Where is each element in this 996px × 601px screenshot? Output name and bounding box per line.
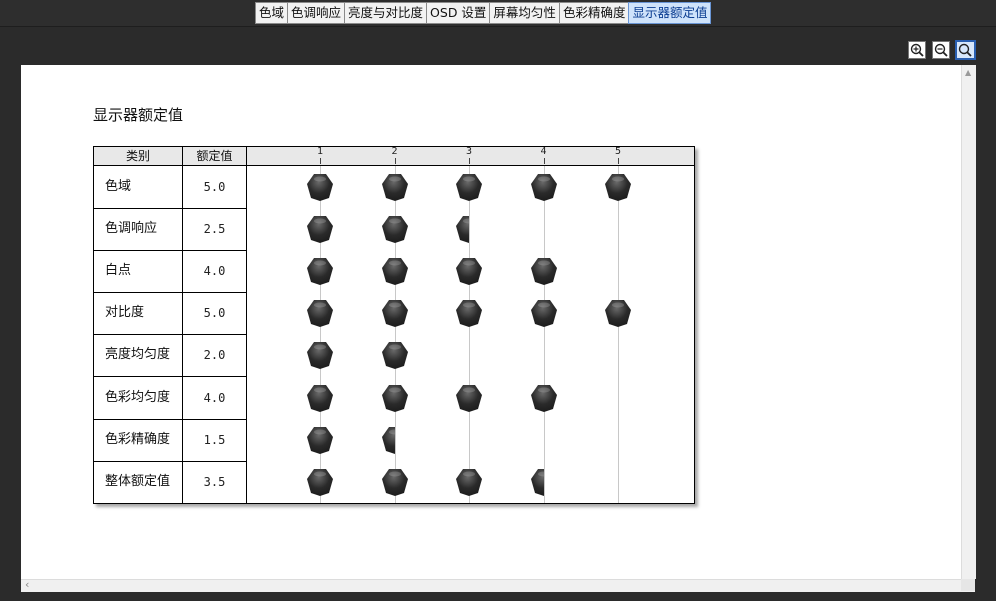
row-value: 4.0 xyxy=(203,390,226,405)
ratings-table: 类别 额定值 1 2 3 4 5 色域 5.0 色调响应 2.5 白点 4.0 对比度 5.0 亮度均匀度… xyxy=(93,146,695,504)
tab-2[interactable]: 亮度与对比度 xyxy=(344,2,428,24)
rating-knob-icon xyxy=(605,174,631,201)
scale-gridline xyxy=(618,166,619,503)
header-category: 类别 xyxy=(125,149,150,163)
row-label: 色彩精确度 xyxy=(105,431,171,447)
rating-knob-icon xyxy=(307,426,333,454)
scale-label-4: 4 xyxy=(540,146,547,157)
scale-label-5: 5 xyxy=(615,146,622,157)
report-title: 显示器额定值 xyxy=(93,106,184,124)
zoom-in-icon xyxy=(910,43,924,57)
rating-knob-icon xyxy=(307,174,333,201)
header-rating: 额定值 xyxy=(196,149,233,163)
rating-knob-icon xyxy=(381,426,395,454)
row-label: 白点 xyxy=(105,263,132,279)
row-value: 4.0 xyxy=(203,264,226,279)
row-value: 2.5 xyxy=(203,222,226,237)
rating-knob-icon xyxy=(381,216,408,244)
tab-1[interactable]: 色调响应 xyxy=(287,2,346,24)
row-label: 色域 xyxy=(105,179,132,194)
tab-6[interactable]: 显示器额定值 xyxy=(628,2,712,24)
rating-knob-icon xyxy=(530,300,557,328)
rating-knob-icon xyxy=(381,468,408,496)
rating-knob-icon xyxy=(381,342,408,370)
table-row: 亮度均匀度 2.0 xyxy=(94,334,246,378)
rating-knob-icon xyxy=(307,468,333,496)
rating-knob-icon xyxy=(456,468,482,496)
scale-label-2: 2 xyxy=(391,146,398,157)
row-value: 3.5 xyxy=(203,474,226,489)
tab-3[interactable]: OSD 设置 xyxy=(426,2,491,24)
rating-knob-icon xyxy=(381,300,408,328)
scale-tick xyxy=(618,158,619,164)
zoom-out-button[interactable] xyxy=(932,41,950,59)
vertical-scrollbar[interactable]: ▲ xyxy=(961,65,976,579)
row-value: 2.0 xyxy=(203,348,226,363)
table-row: 对比度 5.0 xyxy=(94,292,246,336)
row-label: 整体额定值 xyxy=(105,473,171,489)
rating-knob-icon xyxy=(456,174,482,201)
scale-gridline xyxy=(543,166,545,503)
rating-knob-icon xyxy=(456,216,469,244)
scale-tick xyxy=(320,158,321,164)
tabs: 色域 色调响应 亮度与对比度 OSD 设置 屏幕均匀性 色彩精确度 显示器额定值 xyxy=(255,2,712,24)
scale-tick xyxy=(543,158,545,164)
scale-label-1: 1 xyxy=(317,146,324,157)
zoom-out-icon xyxy=(934,43,948,57)
row-value: 5.0 xyxy=(203,306,226,321)
rating-knob-icon xyxy=(307,258,333,286)
row-label: 对比度 xyxy=(105,305,145,321)
rating-knob-icon xyxy=(530,468,544,496)
table-row: 色域 5.0 xyxy=(94,166,246,210)
rating-knob-icon xyxy=(381,258,408,286)
table-row: 白点 4.0 xyxy=(94,250,246,294)
scale-tick xyxy=(469,158,470,164)
rating-knob-icon xyxy=(307,384,333,412)
scroll-left-icon[interactable]: ‹ xyxy=(25,578,29,591)
rating-knob-icon xyxy=(530,384,557,412)
row-value: 5.0 xyxy=(203,180,226,194)
table-row: 整体额定值 3.5 xyxy=(94,461,246,503)
rating-knob-icon xyxy=(381,384,408,412)
scroll-up-icon[interactable]: ▲ xyxy=(965,68,971,77)
column-divider xyxy=(246,147,247,503)
tab-5[interactable]: 色彩精确度 xyxy=(558,2,630,24)
tab-bar: 色域 色调响应 亮度与对比度 OSD 设置 屏幕均匀性 色彩精确度 显示器额定值 xyxy=(0,0,996,27)
rating-knob-icon xyxy=(605,300,631,328)
table-row: 色彩均匀度 4.0 xyxy=(94,377,246,420)
rating-knob-icon xyxy=(456,258,482,286)
scroll-corner xyxy=(961,579,975,591)
table-row: 色调响应 2.5 xyxy=(94,208,246,252)
report-canvas: 显示器额定值 类别 额定值 1 2 3 4 5 色域 5.0 色调响应 2.5 白点 4.0 对比度 5… xyxy=(21,65,961,579)
row-label: 色彩均匀度 xyxy=(105,389,171,405)
rating-knob-icon xyxy=(456,300,482,328)
toolbar xyxy=(12,27,984,65)
table-row: 色彩精确度 1.5 xyxy=(94,419,246,462)
rating-knob-icon xyxy=(530,258,557,286)
tab-0[interactable]: 色域 xyxy=(255,2,289,24)
scale-tick xyxy=(394,158,396,164)
tab-4[interactable]: 屏幕均匀性 xyxy=(489,2,560,24)
zoom-fit-button[interactable] xyxy=(955,40,976,60)
rating-knob-icon xyxy=(307,300,333,328)
zoom-fit-icon xyxy=(958,43,972,57)
rating-knob-icon xyxy=(307,342,333,370)
rating-knob-icon xyxy=(530,174,557,201)
rating-knob-icon xyxy=(456,384,482,412)
row-value: 1.5 xyxy=(203,432,226,447)
row-label: 亮度均匀度 xyxy=(105,347,171,363)
horizontal-scrollbar[interactable]: ‹ xyxy=(21,578,975,592)
rating-knob-icon xyxy=(307,216,333,244)
rating-knob-icon xyxy=(381,174,408,201)
zoom-in-button[interactable] xyxy=(908,41,926,59)
scale-label-3: 3 xyxy=(466,146,473,157)
row-label: 色调响应 xyxy=(105,221,158,237)
